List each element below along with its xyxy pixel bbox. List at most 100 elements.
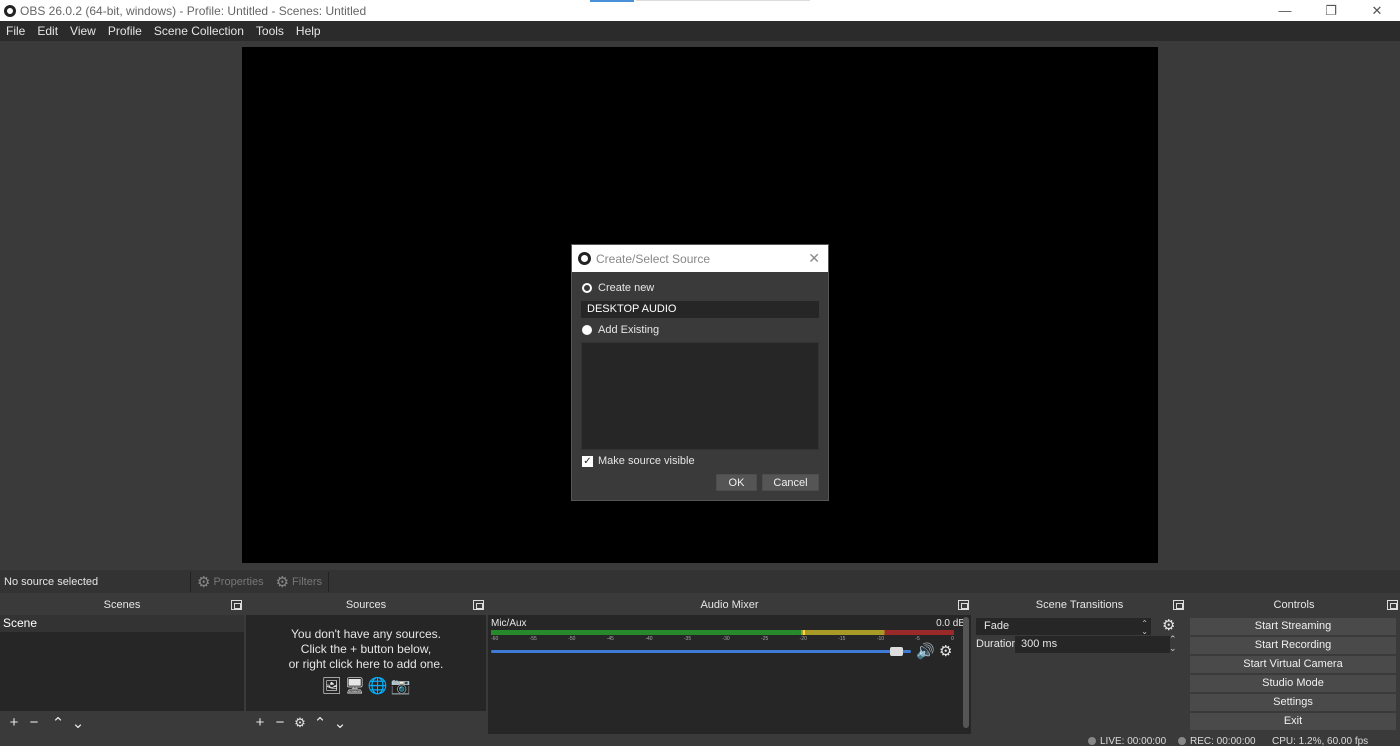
exit-button[interactable]: Exit (1190, 713, 1396, 730)
sources-toolbar: + − ⚙ ⌃ ⌄ (246, 711, 486, 734)
create-new-option[interactable]: Create new (582, 282, 654, 294)
meter-scale-tick: -60 (491, 636, 499, 642)
channel-level: 0.0 dB (936, 618, 965, 629)
menu-profile[interactable]: Profile (102, 21, 148, 41)
restore-button[interactable]: ❐ (1308, 0, 1354, 21)
channel-name: Mic/Aux (491, 618, 527, 629)
title-bar: OBS 26.0.2 (64-bit, windows) - Profile: … (0, 0, 1400, 21)
close-button[interactable]: ✕ (1354, 0, 1400, 21)
menu-help[interactable]: Help (290, 21, 327, 41)
undock-icon[interactable] (473, 600, 484, 610)
move-up-icon[interactable]: ⌃ (48, 714, 68, 732)
meter-scale-tick: -50 (568, 636, 576, 642)
scene-transitions-title: Scene Transitions (1035, 599, 1124, 611)
globe-icon: 🌐 (367, 678, 388, 695)
scenes-list[interactable]: Scene (0, 615, 244, 711)
create-new-radio[interactable] (582, 283, 592, 293)
no-source-label: No source selected (4, 575, 99, 588)
empty-hint-line: You don't have any sources. (291, 627, 441, 641)
sources-dock: Sources You don't have any sources. Clic… (246, 596, 486, 734)
gear-icon[interactable]: ⚙ (1162, 616, 1175, 634)
undock-icon[interactable] (1173, 600, 1184, 610)
transition-select[interactable]: Fade ⌃ ⌄ (976, 618, 1151, 636)
ok-button[interactable]: OK (716, 474, 757, 491)
properties-label: Properties (213, 575, 264, 588)
menu-view[interactable]: View (64, 21, 102, 41)
filters-button[interactable]: ⚙ Filters (270, 573, 328, 591)
gear-icon: ⚙ (197, 573, 211, 591)
image-icon: 🖼 (321, 678, 342, 695)
obs-logo-icon (4, 4, 16, 17)
menu-scene-collection[interactable]: Scene Collection (148, 21, 250, 41)
remove-source-icon[interactable]: − (270, 714, 290, 731)
rec-time: REC: 00:00:00 (1190, 736, 1256, 746)
menu-file[interactable]: File (0, 21, 31, 41)
scene-transitions-header: Scene Transitions (973, 596, 1186, 615)
volume-slider[interactable] (491, 650, 911, 653)
transition-value: Fade (984, 620, 1010, 632)
start-virtual-camera-button[interactable]: Start Virtual Camera (1190, 656, 1396, 673)
controls-body: Start Streaming Start Recording Start Vi… (1188, 615, 1400, 734)
select-arrows-icon: ⌃ ⌄ (1141, 619, 1148, 636)
sources-list[interactable]: You don't have any sources. Click the + … (246, 615, 486, 711)
status-bar: LIVE: 00:00:00 REC: 00:00:00 CPU: 1.2%, … (0, 734, 1400, 746)
meter-scale-tick: -30 (722, 636, 730, 642)
move-up-icon[interactable]: ⌃ (310, 714, 330, 732)
add-scene-icon[interactable]: + (4, 714, 24, 731)
undock-icon[interactable] (231, 600, 242, 610)
scene-list-item[interactable]: Scene (0, 615, 244, 632)
duration-value: 300 ms (1021, 638, 1058, 650)
add-existing-label: Add Existing (598, 324, 660, 336)
existing-sources-list[interactable] (581, 342, 819, 450)
minimize-button[interactable]: — (1262, 0, 1308, 21)
sources-title: Sources (345, 599, 387, 611)
scenes-dock: Scenes Scene + − ⌃ ⌄ (0, 596, 244, 734)
add-existing-radio[interactable] (582, 325, 592, 335)
scene-transitions-dock: Scene Transitions Fade ⌃ ⌄ ⚙ Duration 300… (973, 596, 1186, 734)
cancel-button[interactable]: Cancel (762, 474, 819, 491)
make-visible-checkbox[interactable]: ✓ (582, 455, 593, 467)
gear-icon[interactable]: ⚙ (939, 642, 952, 660)
meter-scale-tick: -55 (529, 636, 537, 642)
source-name-input[interactable]: DESKTOP AUDIO (581, 301, 819, 318)
studio-mode-button[interactable]: Studio Mode (1190, 675, 1396, 692)
meter-scale-tick: -10 (876, 636, 885, 642)
add-source-icon[interactable]: + (250, 714, 270, 731)
move-down-icon[interactable]: ⌄ (68, 714, 88, 732)
rec-status: REC: 00:00:00 (1178, 734, 1256, 746)
mixer-scrollbar[interactable] (963, 617, 969, 728)
divider (328, 571, 329, 592)
move-down-icon[interactable]: ⌄ (330, 714, 350, 732)
add-existing-option[interactable]: Add Existing (582, 324, 659, 336)
filters-label: Filters (292, 575, 322, 588)
meter-scale-tick: -15 (838, 636, 846, 642)
volume-slider-handle[interactable] (889, 647, 903, 656)
duration-input[interactable]: 300 ms (1015, 636, 1170, 653)
audio-mixer-header: Audio Mixer (488, 596, 971, 615)
make-visible-option[interactable]: ✓ Make source visible (582, 455, 695, 467)
undock-icon[interactable] (1387, 600, 1398, 610)
menu-tools[interactable]: Tools (250, 21, 290, 41)
source-properties-icon[interactable]: ⚙ (290, 715, 310, 731)
peak-indicator (803, 630, 805, 635)
empty-hint-line: Click the + button below, (300, 642, 432, 656)
properties-button[interactable]: ⚙ Properties (191, 573, 270, 591)
duration-spinner-icon[interactable]: ⌃ ⌄ (1169, 635, 1177, 653)
start-streaming-button[interactable]: Start Streaming (1190, 618, 1396, 635)
dialog-close-icon[interactable]: ✕ (808, 250, 820, 267)
start-recording-button[interactable]: Start Recording (1190, 637, 1396, 654)
scenes-header: Scenes (0, 596, 244, 615)
create-new-label: Create new (598, 282, 655, 294)
undock-icon[interactable] (958, 600, 969, 610)
source-type-icons: 🖼 🖥 🌐 📷 (246, 678, 486, 696)
filter-icon: ⚙ (275, 573, 290, 591)
speaker-icon[interactable]: 🔊 (916, 642, 935, 660)
dialog-title: Create/Select Source (596, 251, 711, 266)
volume-meter (491, 630, 954, 635)
taskbar-accent (590, 0, 634, 2)
menu-bar: File Edit View Profile Scene Collection … (0, 21, 1400, 41)
remove-scene-icon[interactable]: − (24, 714, 44, 731)
settings-button[interactable]: Settings (1190, 694, 1396, 711)
menu-edit[interactable]: Edit (31, 21, 64, 41)
taskbar-accent-line (636, 0, 810, 1)
